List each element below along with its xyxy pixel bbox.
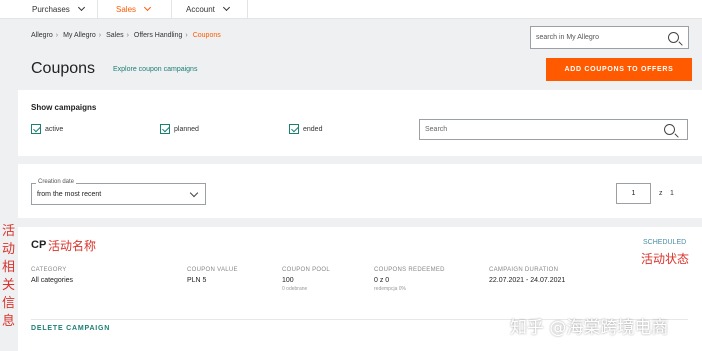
page-title: Coupons	[31, 60, 96, 77]
checkbox-ended[interactable]: ended	[289, 124, 322, 134]
creation-date-label: Creation date	[36, 179, 77, 185]
pager-total: 1	[670, 190, 674, 197]
chevron-down-icon	[143, 3, 152, 12]
creation-date-select[interactable]: Creation date from the most recent	[31, 179, 206, 205]
chevron-down-icon	[189, 188, 199, 198]
column-header: CAMPAIGN DURATION	[489, 267, 559, 273]
checkbox-checked-icon[interactable]	[289, 124, 299, 134]
chevron-down-icon	[77, 3, 85, 12]
column-header: COUPON POOL	[282, 267, 330, 273]
column-header: COUPONS REDEEMED	[374, 267, 445, 273]
nav-purchases[interactable]: Purchases	[18, 0, 98, 19]
checkbox-label: planned	[174, 125, 199, 133]
annotation-campaign-name: 活动名称	[48, 239, 97, 253]
nav-purchases-label: Purchases	[32, 5, 70, 14]
nav-sales[interactable]: Sales	[98, 0, 172, 19]
campaign-search-placeholder: Search	[425, 126, 448, 133]
campaign-coupon-pool: COUPON POOL 100 0 odebrane	[282, 267, 330, 292]
column-value: 0 z 0	[374, 277, 390, 284]
column-value: All categories	[31, 277, 74, 284]
breadcrumb-item[interactable]: Offers Handling	[134, 32, 183, 39]
pager-of-label: z	[659, 190, 663, 197]
breadcrumb-item[interactable]: My Allegro	[63, 32, 96, 39]
breadcrumb: Allegro › My Allegro › Sales › Offers Handl…	[31, 32, 221, 39]
show-campaigns-title: Show campaigns	[31, 103, 97, 112]
checkbox-label: ended	[303, 125, 323, 133]
column-header: CATEGORY	[31, 267, 67, 273]
column-subtext: redempcja 0%	[374, 286, 406, 292]
top-nav: Purchases Sales Account	[0, 0, 702, 19]
column-value: PLN 5	[187, 277, 207, 284]
chevron-down-icon	[222, 3, 230, 12]
column-value: 22.07.2021 - 24.07.2021	[489, 277, 566, 284]
annotation-campaign-info: 活动相关信息	[2, 224, 16, 329]
checkbox-active[interactable]: active	[31, 124, 63, 134]
campaign-search-input[interactable]: Search	[419, 119, 688, 140]
watermark: 知乎 @海棠跨境电商	[510, 318, 669, 338]
delete-campaign-button[interactable]: DELETE CAMPAIGN	[31, 325, 110, 332]
annotation-campaign-status: 活动状态	[641, 252, 690, 266]
checkbox-checked-icon[interactable]	[31, 124, 41, 134]
search-icon[interactable]	[664, 124, 675, 135]
nav-sales-label: Sales	[116, 5, 137, 14]
campaign-duration: CAMPAIGN DURATION 22.07.2021 - 24.07.202…	[489, 267, 565, 284]
status-badge: SCHEDULED	[643, 239, 687, 246]
breadcrumb-item[interactable]: Allegro	[31, 32, 53, 39]
column-value: 100	[282, 277, 294, 284]
column-header: COUPON VALUE	[187, 267, 238, 273]
page-number-input[interactable]: 1	[616, 183, 651, 204]
breadcrumb-item[interactable]: Sales	[106, 32, 124, 39]
nav-account-label: Account	[186, 5, 215, 14]
header-search-input[interactable]: search in My Allegro	[530, 26, 689, 49]
creation-date-value: from the most recent	[37, 191, 102, 198]
checkbox-checked-icon[interactable]	[160, 124, 170, 134]
sort-panel: Creation date from the most recent 1 z 1	[18, 164, 702, 218]
checkbox-label: active	[45, 125, 64, 133]
campaign-category: CATEGORY All categories	[31, 267, 73, 284]
campaign-coupon-value: COUPON VALUE PLN 5	[187, 267, 238, 284]
checkbox-planned[interactable]: planned	[160, 124, 199, 134]
explore-campaigns-link[interactable]: Explore coupon campaigns	[113, 66, 197, 73]
header-search-placeholder: search in My Allegro	[536, 34, 600, 41]
column-subtext: 0 odebrane	[282, 286, 308, 292]
campaign-name: CP	[31, 239, 47, 251]
filters-panel: Show campaigns active planned ended Sear…	[18, 90, 702, 156]
nav-account[interactable]: Account	[172, 0, 248, 19]
add-coupons-button[interactable]: ADD COUPONS TO OFFERS	[546, 58, 692, 81]
campaign-coupons-redeemed: COUPONS REDEEMED 0 z 0 redempcja 0%	[374, 267, 445, 292]
breadcrumb-current: Coupons	[192, 32, 221, 39]
search-icon[interactable]	[668, 32, 679, 43]
